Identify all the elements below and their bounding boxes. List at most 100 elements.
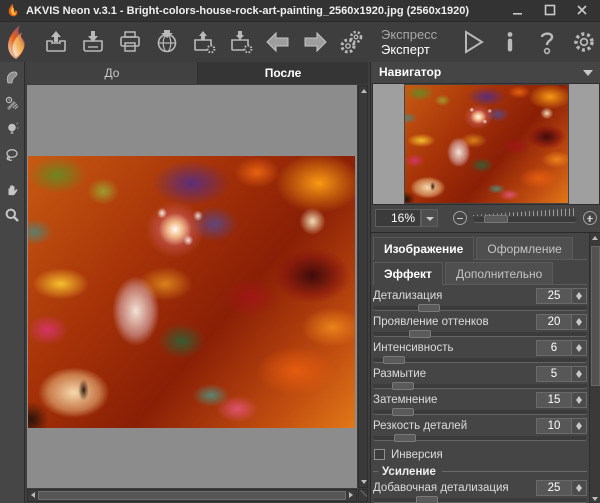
close-button[interactable]: [576, 4, 592, 18]
param-slider-handle[interactable]: [416, 496, 438, 503]
tab-before[interactable]: До: [27, 62, 198, 84]
horizontal-scroll-thumb[interactable]: [38, 491, 346, 500]
param-slider-track[interactable]: [373, 436, 587, 441]
navigator-thumbnail[interactable]: [405, 85, 568, 203]
redo-button[interactable]: [300, 27, 330, 57]
param-slider-handle[interactable]: [392, 382, 414, 390]
inversion-checkbox[interactable]: [374, 449, 385, 460]
scroll-right-arrow[interactable]: [349, 492, 353, 498]
export-to-web-button[interactable]: [152, 27, 182, 57]
batch-processing-button[interactable]: [337, 27, 367, 57]
tab-effect[interactable]: Эффект: [373, 262, 443, 284]
question-icon: [534, 29, 560, 55]
param-slider-handle[interactable]: [409, 330, 431, 338]
main-image[interactable]: [28, 156, 355, 428]
zoom-tool-button[interactable]: [2, 204, 22, 226]
param-slider-track[interactable]: [373, 384, 587, 389]
param-slider-handle[interactable]: [392, 408, 414, 416]
canvas-area: До После: [25, 62, 370, 503]
param-spinner[interactable]: [572, 480, 587, 496]
param-value-input[interactable]: 6: [536, 340, 572, 356]
history-brush-tool-button[interactable]: [2, 92, 22, 114]
tab-image[interactable]: Изображение: [373, 237, 474, 259]
param-value-input[interactable]: 20: [536, 314, 572, 330]
tab-additional[interactable]: Дополнительно: [445, 262, 553, 284]
mode-switcher[interactable]: Экспресс Эксперт: [381, 27, 445, 57]
param-darken: Затемнение 15: [373, 391, 587, 416]
export-presets-button[interactable]: [226, 27, 256, 57]
globe-download-icon: [154, 29, 180, 55]
scroll-up-arrow[interactable]: [592, 236, 598, 240]
save-image-button[interactable]: [78, 27, 108, 57]
app-flame-icon: [5, 3, 20, 18]
param-spinner[interactable]: [572, 314, 587, 330]
hand-tool-button[interactable]: [2, 178, 22, 200]
zoom-slider-track[interactable]: [473, 217, 577, 223]
param-shades: Проявление оттенков 20: [373, 313, 587, 338]
param-value-input[interactable]: 25: [536, 480, 572, 496]
param-slider-track[interactable]: [373, 498, 587, 503]
navigator-preview-area: [372, 83, 600, 205]
mode-expert[interactable]: Эксперт: [381, 42, 445, 57]
lasso-tool-button[interactable]: [2, 144, 22, 166]
minimize-button[interactable]: [512, 4, 528, 18]
presets-import-icon: [191, 29, 217, 55]
image-viewport[interactable]: [27, 85, 357, 488]
param-slider-handle[interactable]: [383, 356, 405, 364]
horizontal-scrollbar[interactable]: [27, 489, 357, 502]
param-value-input[interactable]: 10: [536, 418, 572, 434]
param-value-input[interactable]: 5: [536, 366, 572, 382]
scroll-down-arrow[interactable]: [592, 497, 598, 501]
print-button[interactable]: [115, 27, 145, 57]
navigator-collapse-icon[interactable]: [583, 70, 593, 76]
glow-tool-button[interactable]: [2, 118, 22, 140]
navigator-header[interactable]: Навигатор: [371, 62, 600, 83]
scroll-up-arrow[interactable]: [361, 89, 367, 93]
param-value-input[interactable]: 15: [536, 392, 572, 408]
param-spinner[interactable]: [572, 288, 587, 304]
section-title: Усиление: [382, 466, 436, 478]
zoom-slider-handle[interactable]: [484, 215, 508, 223]
zoom-dropdown-button[interactable]: [421, 209, 438, 227]
param-slider-track[interactable]: [373, 410, 587, 415]
param-spinner[interactable]: [572, 392, 587, 408]
zoom-value-input[interactable]: 16%: [375, 209, 421, 227]
param-spinner[interactable]: [572, 418, 587, 434]
mode-express[interactable]: Экспресс: [381, 27, 445, 42]
settings-scrollbar[interactable]: [589, 233, 600, 503]
window-title: AKVIS Neon v.3.1 - Bright-colors-house-r…: [26, 5, 469, 17]
param-slider-handle[interactable]: [394, 434, 416, 442]
zoom-in-button[interactable]: [583, 211, 597, 225]
right-panel: Навигатор 16% Изображение Оформление: [370, 62, 600, 503]
tab-after[interactable]: После: [198, 62, 368, 84]
help-button[interactable]: [532, 27, 562, 57]
vertical-scrollbar[interactable]: [358, 85, 368, 488]
param-value-input[interactable]: 25: [536, 288, 572, 304]
param-slider-track[interactable]: [373, 358, 587, 363]
sub-tabs: Эффект Дополнительно: [373, 262, 587, 285]
param-slider-track[interactable]: [373, 306, 587, 311]
run-button[interactable]: [458, 27, 488, 57]
open-image-button[interactable]: [41, 27, 71, 57]
settings-scroll-thumb[interactable]: [591, 246, 600, 386]
smudge-tool-button[interactable]: [2, 66, 22, 88]
printer-icon: [117, 29, 143, 55]
param-spinner[interactable]: [572, 366, 587, 382]
undo-button[interactable]: [263, 27, 293, 57]
param-spinner[interactable]: [572, 340, 587, 356]
tab-decoration[interactable]: Оформление: [476, 237, 572, 259]
scroll-down-arrow[interactable]: [361, 480, 367, 484]
gear-icon: [570, 28, 598, 56]
param-slider-track[interactable]: [373, 332, 587, 337]
import-presets-button[interactable]: [189, 27, 219, 57]
zoom-out-button[interactable]: [453, 211, 467, 225]
preferences-button[interactable]: [569, 27, 599, 57]
titlebar[interactable]: AKVIS Neon v.3.1 - Bright-colors-house-r…: [0, 0, 600, 22]
resize-grip[interactable]: [358, 489, 368, 502]
param-blur: Размытие 5: [373, 365, 587, 390]
maximize-button[interactable]: [544, 4, 560, 18]
info-button[interactable]: [495, 27, 525, 57]
param-slider-handle[interactable]: [418, 304, 440, 312]
scroll-left-arrow[interactable]: [31, 492, 35, 498]
chevron-down-icon: [426, 217, 434, 221]
